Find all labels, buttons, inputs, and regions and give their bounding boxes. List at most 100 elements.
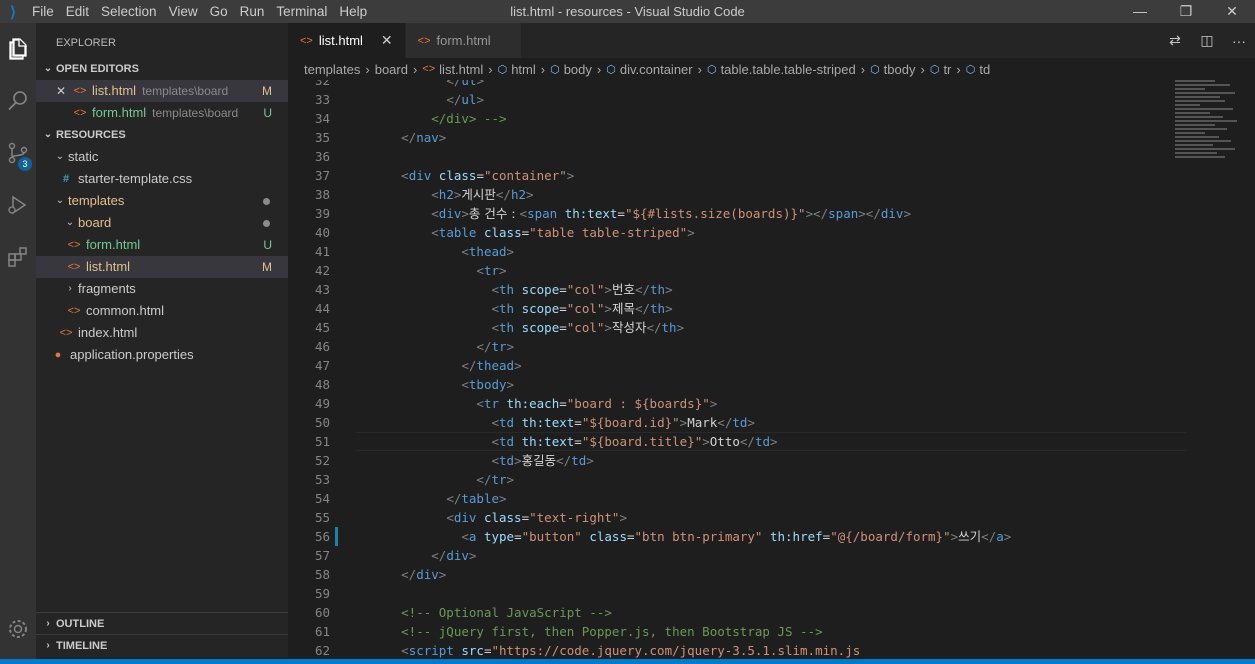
symbol-icon: ⬡: [606, 63, 616, 76]
chevron-right-icon: ›: [365, 61, 370, 77]
code-line[interactable]: 46 </tr>: [288, 337, 1188, 356]
code-line[interactable]: 36: [288, 147, 1188, 166]
code-line[interactable]: 61 <!-- jQuery first, then Popper.js, th…: [288, 622, 1188, 641]
code-line[interactable]: 47 </thead>: [288, 356, 1188, 375]
code-line[interactable]: 44 <th scope="col">제목</th>: [288, 299, 1188, 318]
line-number: 59: [314, 586, 330, 601]
menu-selection[interactable]: Selection: [95, 0, 163, 23]
source-control-icon[interactable]: 3: [0, 133, 36, 173]
breadcrumb-item[interactable]: table.table.table-striped: [721, 62, 856, 77]
line-number: 38: [314, 187, 330, 202]
code-line[interactable]: 39 <div>총 건수 : <span th:text="${#lists.s…: [288, 204, 1188, 223]
line-number: 33: [314, 92, 330, 107]
run-debug-icon[interactable]: [0, 185, 36, 225]
explorer-icon[interactable]: [0, 29, 36, 69]
menu-terminal[interactable]: Terminal: [270, 0, 333, 23]
timeline-section[interactable]: › TIMELINE: [36, 634, 288, 657]
minimap[interactable]: [1175, 80, 1241, 200]
code-line[interactable]: 40 <table class="table table-striped">: [288, 223, 1188, 242]
menu-go[interactable]: Go: [204, 0, 234, 23]
git-status-untracked: U: [263, 238, 272, 252]
code-line[interactable]: 35 </nav>: [288, 128, 1188, 147]
chevron-down-icon: ⌄: [43, 63, 53, 74]
code-line[interactable]: 34 </div> -->: [288, 109, 1188, 128]
chevron-right-icon: ›: [488, 61, 493, 77]
line-text: </thead>: [461, 358, 522, 373]
menu-edit[interactable]: Edit: [60, 0, 95, 23]
tree-file-app-properties[interactable]: ● application.properties: [36, 344, 288, 366]
tree-file-index[interactable]: <> index.html: [36, 322, 288, 344]
code-line[interactable]: 38 <h2>게시판</h2>: [288, 185, 1188, 204]
extensions-icon[interactable]: [0, 237, 36, 277]
search-icon[interactable]: [0, 81, 36, 121]
close-window-button[interactable]: ✕: [1209, 0, 1255, 23]
tree-file-css[interactable]: # starter-template.css: [36, 168, 288, 190]
breadcrumb-item[interactable]: board: [375, 62, 408, 77]
breadcrumb-item[interactable]: tr: [943, 62, 951, 77]
code-line[interactable]: 42 <tr>: [288, 261, 1188, 280]
code-line[interactable]: 62 <script src="https://code.jquery.com/…: [288, 641, 1188, 659]
more-actions-icon[interactable]: ···: [1223, 33, 1255, 49]
code-line[interactable]: 56 <a type="button" class="btn btn-prima…: [288, 527, 1188, 546]
tab-list-html[interactable]: <> list.html ✕: [288, 23, 406, 58]
code-line[interactable]: 55 <div class="text-right">: [288, 508, 1188, 527]
breadcrumb-item[interactable]: div.container: [620, 62, 693, 77]
line-text: <th scope="col">작성자</th>: [491, 320, 685, 335]
breadcrumb-item[interactable]: list.html: [439, 62, 483, 77]
split-editor-icon[interactable]: ◫: [1191, 32, 1223, 49]
minimize-button[interactable]: —: [1117, 0, 1163, 23]
code-line[interactable]: 60 <!-- Optional JavaScript -->: [288, 603, 1188, 622]
tree-folder-static[interactable]: ⌄ static: [36, 146, 288, 168]
code-line[interactable]: 45 <th scope="col">작성자</th>: [288, 318, 1188, 337]
code-line[interactable]: 52 <td>홍길동</td>: [288, 451, 1188, 470]
file-label: starter-template.css: [78, 171, 193, 186]
open-editors-header[interactable]: ⌄ OPEN EDITORS: [36, 58, 288, 80]
code-line[interactable]: 50 <td th:text="${board.id}">Mark</td>: [288, 413, 1188, 432]
settings-gear-icon[interactable]: [0, 609, 36, 649]
tree-folder-templates[interactable]: ⌄ templates: [36, 190, 288, 212]
open-editor-list-html[interactable]: ✕ <> list.html templates\board M: [36, 80, 288, 102]
tree-folder-board[interactable]: ⌄ board: [36, 212, 288, 234]
code-line[interactable]: 51 <td th:text="${board.title}">Otto</td…: [288, 432, 1188, 451]
breadcrumb-item[interactable]: body: [564, 62, 592, 77]
outline-label: OUTLINE: [56, 618, 105, 630]
breadcrumb-item[interactable]: tbody: [884, 62, 916, 77]
menu-view[interactable]: View: [163, 0, 204, 23]
restore-button[interactable]: ❐: [1163, 0, 1209, 23]
code-editor[interactable]: 32 </ul> 33 </ul> 34 </div> --> 35 </nav> 36…: [288, 80, 1255, 659]
chevron-right-icon: ›: [860, 61, 866, 77]
code-line[interactable]: 48 <tbody>: [288, 375, 1188, 394]
code-line[interactable]: 43 <th scope="col">번호</th>: [288, 280, 1188, 299]
code-line[interactable]: 58 </div>: [288, 565, 1188, 584]
open-editor-form-html[interactable]: <> form.html templates\board U: [36, 102, 288, 124]
tree-folder-fragments[interactable]: › fragments: [36, 278, 288, 300]
line-text: <thead>: [461, 244, 515, 259]
breadcrumb-item[interactable]: html: [511, 62, 536, 77]
menu-run[interactable]: Run: [234, 0, 271, 23]
tree-file-form[interactable]: <> form.html U: [36, 234, 288, 256]
code-line[interactable]: 59: [288, 584, 1188, 603]
resources-header[interactable]: ⌄ RESOURCES: [36, 124, 288, 146]
code-line[interactable]: 41 <thead>: [288, 242, 1188, 261]
tree-file-common[interactable]: <> common.html: [36, 300, 288, 322]
code-line[interactable]: 57 </div>: [288, 546, 1188, 565]
line-text: <tr>: [476, 263, 507, 278]
menu-file[interactable]: File: [26, 0, 60, 23]
code-line[interactable]: 54 </table>: [288, 489, 1188, 508]
tree-file-list[interactable]: <> list.html M: [36, 256, 288, 278]
code-line[interactable]: 49 <tr th:each="board : ${boards}">: [288, 394, 1188, 413]
line-number: 58: [314, 567, 330, 582]
tab-form-html[interactable]: <> form.html: [405, 23, 522, 58]
breadcrumb-item[interactable]: td: [979, 62, 990, 77]
code-line[interactable]: 33 </ul>: [288, 90, 1188, 109]
compare-changes-icon[interactable]: ⇄: [1159, 32, 1191, 49]
close-icon[interactable]: ✕: [381, 32, 393, 49]
close-icon[interactable]: ✕: [56, 80, 72, 102]
code-line[interactable]: 32 </ul>: [288, 80, 1188, 90]
chevron-down-icon: ⌄: [65, 217, 75, 228]
breadcrumb-item[interactable]: templates: [304, 62, 360, 77]
code-line[interactable]: 37 <div class="container">: [288, 166, 1188, 185]
code-line[interactable]: 53 </tr>: [288, 470, 1188, 489]
menu-help[interactable]: Help: [333, 0, 373, 23]
outline-section[interactable]: › OUTLINE: [36, 612, 288, 635]
